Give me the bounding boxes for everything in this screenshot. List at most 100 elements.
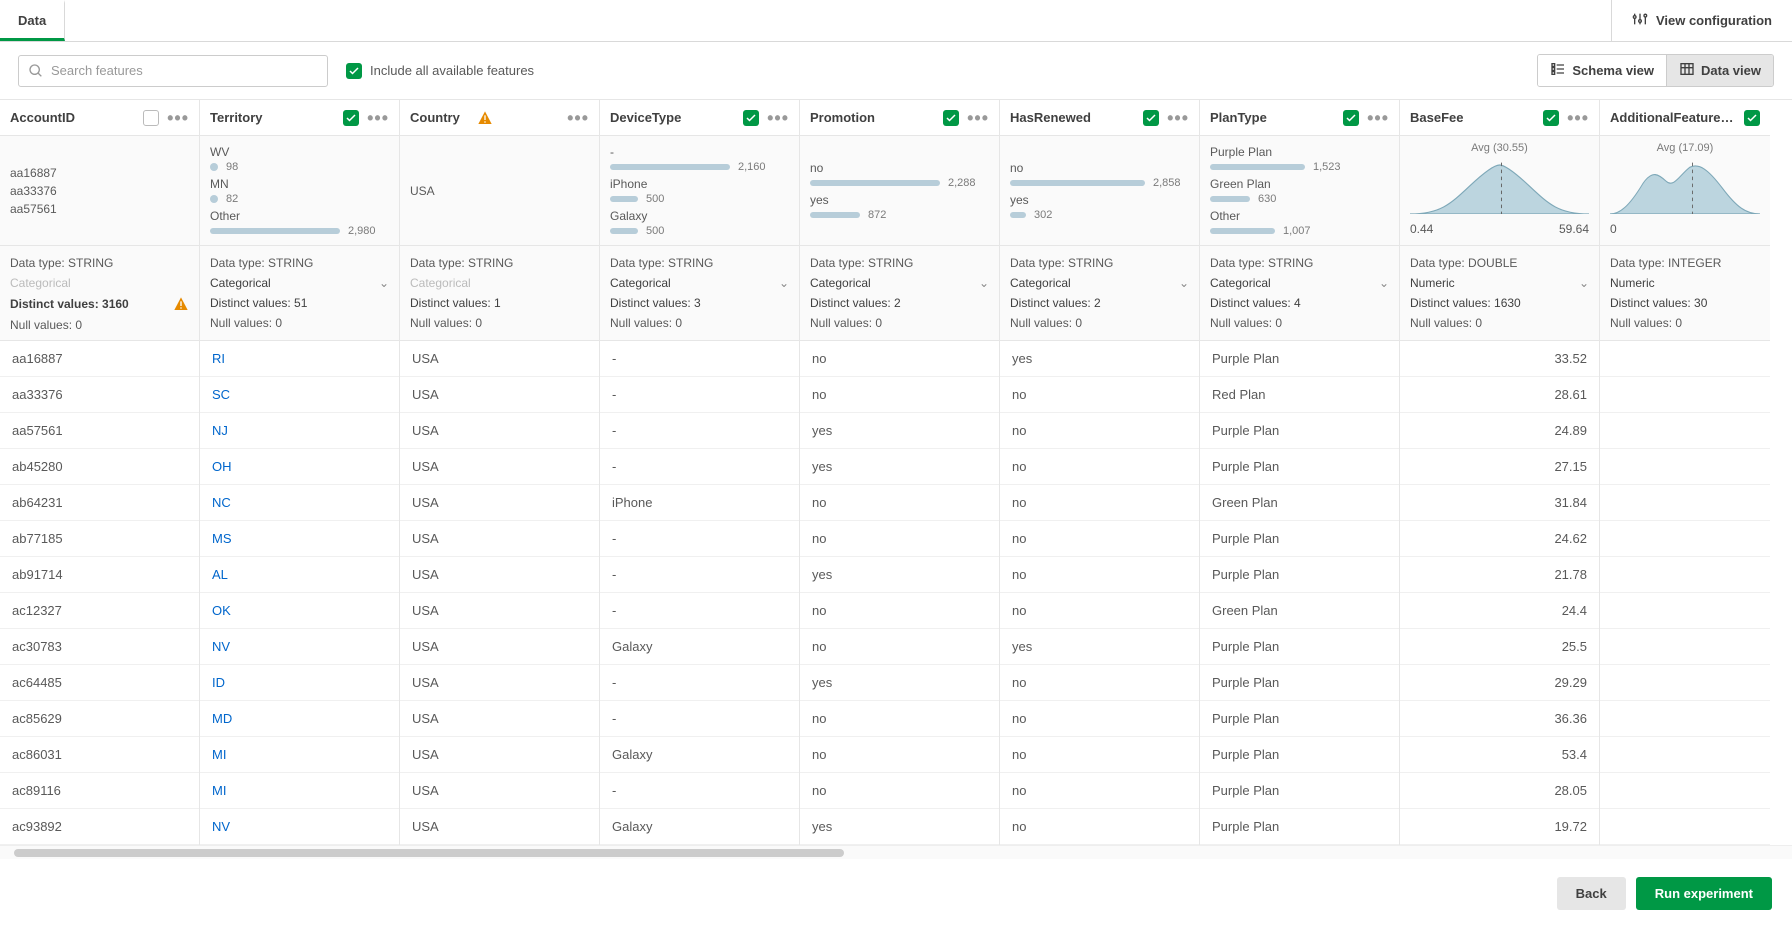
view-configuration-label: View configuration	[1656, 13, 1772, 28]
cell: no	[1000, 665, 1199, 701]
cell: AL	[200, 557, 399, 593]
more-icon[interactable]: •••	[1567, 109, 1589, 127]
column-header-devicetype[interactable]: DeviceType •••	[600, 100, 799, 136]
column-meta: Data type: STRING Categorical⌄ Distinct …	[1000, 246, 1199, 341]
column-checkbox[interactable]	[143, 110, 159, 126]
more-icon[interactable]: •••	[367, 109, 389, 127]
treatment-select[interactable]: Categorical⌄	[1210, 276, 1389, 290]
view-toggle: Schema view Data view	[1537, 54, 1774, 87]
column-cells	[1600, 341, 1770, 845]
view-configuration-button[interactable]: View configuration	[1611, 0, 1792, 41]
column-plantype: PlanType ••• Purple Plan1,523 Green Plan…	[1200, 100, 1400, 845]
column-checkbox-checked[interactable]	[1543, 110, 1559, 126]
cell	[1600, 557, 1770, 593]
more-icon[interactable]: •••	[1167, 109, 1189, 127]
min-label: 0.44	[1410, 222, 1433, 236]
horizontal-scrollbar[interactable]	[0, 845, 1792, 859]
column-header-territory[interactable]: Territory •••	[200, 100, 399, 136]
cell: no	[1000, 377, 1199, 413]
cell: no	[800, 737, 999, 773]
cell: no	[1000, 413, 1199, 449]
tabbar: Data View configuration	[0, 0, 1792, 42]
column-header-hasrenewed[interactable]: HasRenewed •••	[1000, 100, 1199, 136]
column-meta: Data type: STRING Categorical⌄ Distinct …	[600, 246, 799, 341]
column-summary: Avg (30.55) 0.4459.64	[1400, 136, 1599, 246]
cell: Purple Plan	[1200, 737, 1399, 773]
cell: -	[600, 665, 799, 701]
cell: 24.4	[1400, 593, 1599, 629]
cell: 24.89	[1400, 413, 1599, 449]
more-icon[interactable]: •••	[1367, 109, 1389, 127]
sample-value: aa16887	[10, 166, 189, 180]
chevron-down-icon: ⌄	[1379, 276, 1389, 290]
max-label: 59.64	[1559, 222, 1589, 236]
treatment-select[interactable]: Categorical⌄	[610, 276, 789, 290]
cell: Purple Plan	[1200, 413, 1399, 449]
column-header-promotion[interactable]: Promotion •••	[800, 100, 999, 136]
data-view-button[interactable]: Data view	[1666, 55, 1773, 86]
column-checkbox-checked[interactable]	[743, 110, 759, 126]
back-button[interactable]: Back	[1557, 877, 1626, 910]
more-icon[interactable]: •••	[567, 109, 589, 127]
cell: no	[800, 629, 999, 665]
cell: ab64231	[0, 485, 199, 521]
search-input[interactable]	[18, 55, 328, 87]
cell: 24.62	[1400, 521, 1599, 557]
cell: USA	[400, 593, 599, 629]
schema-view-button[interactable]: Schema view	[1538, 55, 1666, 86]
cell: -	[600, 341, 799, 377]
include-all-toggle[interactable]: Include all available features	[346, 63, 534, 79]
cell	[1600, 665, 1770, 701]
warning-icon	[477, 110, 493, 126]
column-checkbox-checked[interactable]	[943, 110, 959, 126]
cell: Purple Plan	[1200, 449, 1399, 485]
column-header-basefee[interactable]: BaseFee •••	[1400, 100, 1599, 136]
null-values: Null values: 0	[10, 318, 189, 332]
cell: Purple Plan	[1200, 773, 1399, 809]
treatment-select: Categorical	[10, 276, 189, 290]
column-checkbox-checked[interactable]	[1143, 110, 1159, 126]
treatment-select[interactable]: Categorical⌄	[1010, 276, 1189, 290]
tab-data[interactable]: Data	[0, 0, 65, 41]
column-header-additional-feature[interactable]: AdditionalFeatureS…	[1600, 100, 1770, 136]
table-icon	[1679, 61, 1695, 80]
cell: yes	[800, 413, 999, 449]
data-grid: AccountID ••• aa16887 aa33376 aa57561 Da…	[0, 99, 1792, 859]
cell: Purple Plan	[1200, 629, 1399, 665]
column-meta: Data type: STRING Categorical⌄ Distinct …	[1200, 246, 1399, 341]
cell: MI	[200, 737, 399, 773]
column-additional-feature: AdditionalFeatureS… Avg (17.09) 0 Data t…	[1600, 100, 1770, 845]
column-promotion: Promotion ••• no2,288 yes872 Data type: …	[800, 100, 1000, 845]
more-icon[interactable]: •••	[167, 109, 189, 127]
column-checkbox-checked[interactable]	[1744, 110, 1760, 126]
more-icon[interactable]: •••	[767, 109, 789, 127]
sliders-icon	[1632, 11, 1648, 30]
treatment-select[interactable]: Categorical⌄	[210, 276, 389, 290]
cell: USA	[400, 413, 599, 449]
chevron-down-icon: ⌄	[779, 276, 789, 290]
column-header-plantype[interactable]: PlanType •••	[1200, 100, 1399, 136]
cell: OH	[200, 449, 399, 485]
treatment-select[interactable]: Numeric⌄	[1410, 276, 1589, 290]
cell: NV	[200, 809, 399, 845]
more-icon[interactable]: •••	[967, 109, 989, 127]
column-meta: Data type: STRING Categorical Distinct v…	[400, 246, 599, 341]
cell: Purple Plan	[1200, 557, 1399, 593]
cell	[1600, 629, 1770, 665]
schema-view-label: Schema view	[1572, 63, 1654, 78]
cell: ac86031	[0, 737, 199, 773]
cell: NJ	[200, 413, 399, 449]
distribution-chart	[1610, 158, 1760, 214]
column-header-accountid[interactable]: AccountID •••	[0, 100, 199, 136]
cell: 36.36	[1400, 701, 1599, 737]
cell: Purple Plan	[1200, 701, 1399, 737]
run-experiment-button[interactable]: Run experiment	[1636, 877, 1772, 910]
treatment-select[interactable]: Categorical⌄	[810, 276, 989, 290]
column-checkbox-checked[interactable]	[343, 110, 359, 126]
chevron-down-icon: ⌄	[379, 276, 389, 290]
cell: -	[600, 773, 799, 809]
cell: 25.5	[1400, 629, 1599, 665]
column-checkbox-checked[interactable]	[1343, 110, 1359, 126]
column-header-country[interactable]: Country •••	[400, 100, 599, 136]
cell: ac30783	[0, 629, 199, 665]
